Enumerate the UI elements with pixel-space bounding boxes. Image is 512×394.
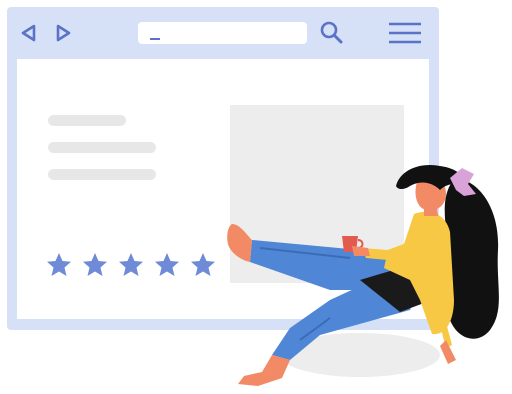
text-placeholder-line <box>48 142 156 153</box>
page-content <box>17 59 429 319</box>
star-icon[interactable] <box>153 251 181 279</box>
ground-shadow <box>280 333 440 377</box>
hair-bow <box>450 168 476 196</box>
browser-window <box>7 7 439 330</box>
ponytail <box>444 178 499 339</box>
browser-toolbar <box>7 7 439 59</box>
illustration-stage <box>0 0 512 394</box>
triangle-right-icon[interactable] <box>53 23 73 43</box>
hamburger-menu-icon[interactable] <box>388 21 422 45</box>
star-rating[interactable] <box>45 251 225 281</box>
text-placeholder-line <box>48 115 126 126</box>
back-hand <box>440 340 456 364</box>
search-icon[interactable] <box>319 20 343 44</box>
triangle-left-icon[interactable] <box>19 23 39 43</box>
image-placeholder <box>230 105 404 283</box>
star-icon[interactable] <box>117 251 145 279</box>
star-icon[interactable] <box>45 251 73 279</box>
lower-foot <box>238 355 290 386</box>
star-icon[interactable] <box>189 251 217 279</box>
address-bar[interactable] <box>138 22 307 44</box>
address-bar-caret <box>150 38 160 40</box>
star-icon[interactable] <box>81 251 109 279</box>
text-placeholder-line <box>48 169 156 180</box>
